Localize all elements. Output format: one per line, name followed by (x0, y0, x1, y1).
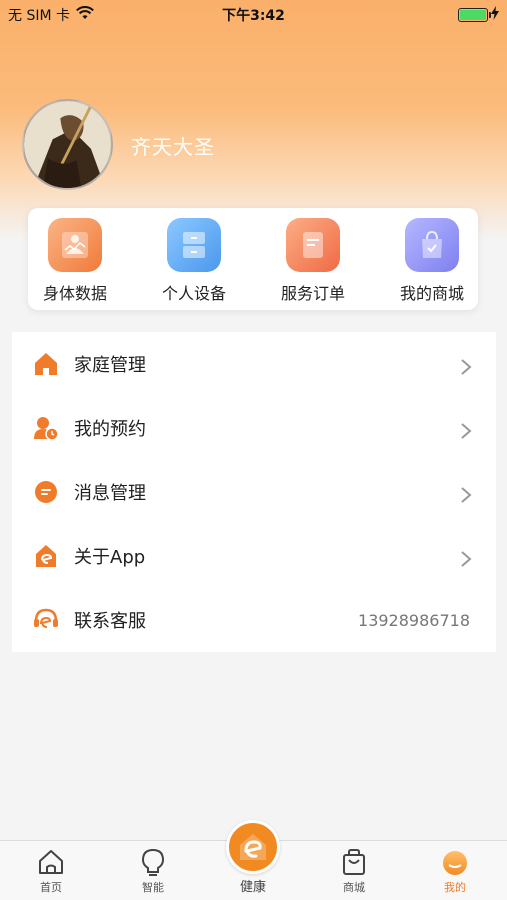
avatar[interactable] (22, 99, 113, 190)
menu-label: 消息管理 (74, 483, 146, 504)
customer-service-icon (32, 606, 60, 634)
shopping-bag-icon (405, 218, 459, 272)
quick-action-mall[interactable]: 我的商城 (377, 218, 487, 304)
tab-label: 商城 (343, 881, 365, 894)
tab-label: 首页 (40, 881, 62, 894)
menu-item-appointment[interactable]: 我的预约 (12, 396, 496, 460)
profile-face-icon (440, 847, 470, 877)
chevron-right-icon (460, 358, 472, 375)
tab-mine[interactable]: 我的 (415, 847, 495, 895)
quick-action-order[interactable]: 服务订单 (258, 218, 368, 304)
chevron-right-icon (460, 550, 472, 567)
menu-label: 关于App (74, 547, 146, 568)
tab-home[interactable]: 首页 (11, 847, 91, 895)
quick-action-body-data[interactable]: 身体数据 (20, 218, 130, 304)
menu-label: 家庭管理 (74, 355, 146, 376)
quick-action-label: 个人设备 (161, 284, 226, 303)
battery-fill (460, 10, 486, 20)
about-app-icon (32, 542, 60, 570)
quick-action-device[interactable]: 个人设备 (139, 218, 249, 304)
tab-health[interactable]: 健康 (213, 820, 293, 895)
home-tab-icon (36, 847, 66, 877)
body-data-icon (48, 218, 102, 272)
device-icon (167, 218, 221, 272)
tab-label: 我的 (444, 881, 466, 894)
bag-icon (339, 847, 369, 877)
tab-label: 智能 (142, 881, 164, 894)
phone-number[interactable]: 13928986718 (358, 611, 470, 630)
status-right (458, 6, 499, 24)
chevron-right-icon (460, 486, 472, 503)
profile-screen: 无 SIM 卡 下午3:42 齐天大圣 身体数据 个人设备 服务订单 我的商城 … (0, 0, 507, 900)
menu-label: 我的预约 (74, 419, 146, 440)
username[interactable]: 齐天大圣 (131, 131, 215, 160)
settings-menu: 家庭管理 我的预约 消息管理 关于App 联系客服 13928986718 (12, 332, 496, 652)
health-e-icon (226, 820, 280, 874)
menu-item-family[interactable]: 家庭管理 (12, 332, 496, 396)
appointment-icon (32, 414, 60, 442)
message-icon (32, 478, 60, 506)
bulb-icon (138, 847, 168, 877)
tab-mall[interactable]: 商城 (314, 847, 394, 895)
order-icon (286, 218, 340, 272)
menu-item-customer-service[interactable]: 联系客服 13928986718 (12, 588, 496, 652)
charging-icon (491, 6, 499, 24)
quick-action-label: 我的商城 (399, 284, 464, 303)
quick-action-label: 身体数据 (42, 284, 107, 303)
menu-label: 联系客服 (74, 611, 146, 632)
status-bar: 无 SIM 卡 下午3:42 (0, 0, 507, 28)
home-icon (32, 350, 60, 378)
chevron-right-icon (460, 422, 472, 439)
tab-label: 健康 (239, 880, 266, 895)
tab-smart[interactable]: 智能 (113, 847, 193, 895)
quick-actions-card: 身体数据 个人设备 服务订单 我的商城 (28, 208, 478, 310)
menu-item-messages[interactable]: 消息管理 (12, 460, 496, 524)
menu-item-about[interactable]: 关于App (12, 524, 496, 588)
battery-icon (458, 8, 491, 22)
quick-action-label: 服务订单 (280, 284, 345, 303)
status-time: 下午3:42 (222, 8, 285, 24)
